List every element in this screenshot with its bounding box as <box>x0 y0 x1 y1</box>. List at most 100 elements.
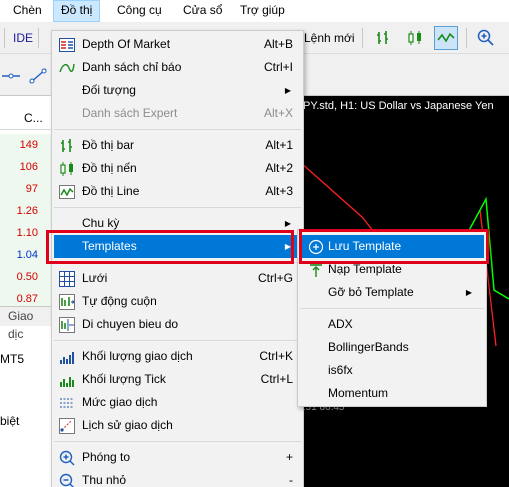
submenu-arrow-icon: ▶ <box>284 219 291 228</box>
menu-item-bar-chart[interactable]: Đồ thị bar Alt+1 <box>54 134 301 157</box>
menu-separator <box>54 207 301 208</box>
menubar: Chèn Đồ thị Công cụ Cửa sổ Trợ giúp <box>0 0 509 22</box>
chart-shift-icon <box>58 316 76 333</box>
submenu-item-save-template[interactable]: Lưu Template <box>300 235 484 258</box>
menu-tools[interactable]: Công cụ <box>110 0 169 22</box>
menu-item-label: Lưới <box>82 271 108 285</box>
zoom-out-icon <box>58 472 76 487</box>
shortcut-label: - <box>289 473 293 487</box>
menu-item-label: Lịch sử giao dịch <box>82 418 173 432</box>
tab-trade[interactable]: Giao dịc <box>0 306 52 341</box>
menu-item-label: Thu nhỏ <box>82 473 127 487</box>
menu-item-timeframes[interactable]: Chu kỳ ▶ <box>54 212 301 235</box>
menu-item-label: Đồ thị bar <box>82 138 135 152</box>
menu-item-candlestick[interactable]: Đồ thị nến Alt+2 <box>54 157 301 180</box>
real-volume-icon <box>58 348 76 365</box>
auto-scroll-icon <box>58 293 76 310</box>
toolbar-separator <box>362 28 363 48</box>
menu-window[interactable]: Cửa sổ <box>176 0 229 22</box>
menu-help[interactable]: Trợ giúp <box>233 0 292 22</box>
bar-chart-button[interactable] <box>371 26 395 50</box>
panel-text: biệt <box>0 414 20 428</box>
menu-item-tick-volume[interactable]: Khối lượng Tick Ctrl+L <box>54 368 301 391</box>
submenu-item-template-is6fx[interactable]: is6fx <box>300 359 484 382</box>
menu-charts[interactable]: Đồ thị <box>53 0 101 22</box>
menu-item-label: Phóng to <box>82 450 131 464</box>
line-chart-icon <box>437 32 455 43</box>
trendline-button[interactable] <box>26 64 50 88</box>
menu-item-label: Danh sách Expert <box>82 106 178 120</box>
price-cell: 1.26 <box>0 200 52 222</box>
menu-item-line-chart[interactable]: Đồ thị Line Alt+3 <box>54 180 301 203</box>
menu-item-real-volume[interactable]: Khối lượng giao dịch Ctrl+K <box>54 345 301 368</box>
shortcut-label: Ctrl+G <box>257 271 293 285</box>
menu-item-zoom-out[interactable]: Thu nhỏ - <box>54 469 301 487</box>
line-chart-button[interactable] <box>434 26 458 50</box>
horizontal-line-button[interactable] <box>0 64 24 88</box>
new-order-button[interactable]: Lệnh mới <box>304 31 355 45</box>
menu-item-chart-shift[interactable]: Di chuyen bieu do <box>54 313 301 336</box>
column-header[interactable]: C... <box>0 108 52 130</box>
zoom-in-icon <box>58 449 76 466</box>
menu-separator <box>54 262 301 263</box>
menu-item-label: Danh sách chỉ báo <box>82 60 182 74</box>
toolbar-separator <box>466 28 467 48</box>
submenu-arrow-icon: ▶ <box>465 288 472 297</box>
shortcut-label: Alt+3 <box>265 184 293 198</box>
menu-item-trade-history[interactable]: Lịch sử giao dịch <box>54 414 301 437</box>
submenu-item-label: BollingerBands <box>328 340 409 354</box>
shortcut-label: Alt+X <box>263 106 293 120</box>
trade-levels-icon <box>58 394 76 411</box>
menu-item-indicator-list[interactable]: Danh sách chỉ báo Ctrl+I <box>54 56 301 79</box>
menu-item-label: Khối lượng Tick <box>82 372 166 386</box>
zoom-in-button[interactable] <box>474 26 498 50</box>
submenu-item-template-momentum[interactable]: Momentum <box>300 382 484 405</box>
menu-item-label: Khối lượng giao dịch <box>82 349 193 363</box>
menu-item-templates[interactable]: Templates ▶ <box>54 235 301 258</box>
menu-item-depth-of-market[interactable]: Depth Of Market Alt+B <box>54 33 301 56</box>
line-chart-icon <box>58 183 76 200</box>
submenu-arrow-icon: ▶ <box>284 242 291 251</box>
menu-separator <box>54 340 301 341</box>
indicator-list-icon <box>58 59 76 76</box>
horizontal-line-icon <box>2 73 20 79</box>
menu-item-trade-levels[interactable]: Mức giao dịch <box>54 391 301 414</box>
menu-item-grid[interactable]: Lưới Ctrl+G <box>54 267 301 290</box>
candlestick-button[interactable] <box>403 26 427 50</box>
menu-item-label: Tự động cuộn <box>82 294 157 308</box>
price-cell: 0.50 <box>0 266 52 288</box>
menu-separator <box>300 308 484 309</box>
tick-volume-icon <box>58 371 76 388</box>
submenu-item-template-bollinger[interactable]: BollingerBands <box>300 336 484 359</box>
templates-submenu: Lưu Template Nạp Template Gỡ bỏ Template… <box>297 229 487 407</box>
menu-item-label: Mức giao dịch <box>82 395 158 409</box>
shortcut-label: Ctrl+I <box>263 60 293 74</box>
menu-item-auto-scroll[interactable]: Tự động cuộn <box>54 290 301 313</box>
menu-insert[interactable]: Chèn <box>6 0 49 22</box>
price-cell: 149 <box>0 134 52 156</box>
submenu-item-label: Nạp Template <box>328 262 402 276</box>
charts-menu-dropdown: Depth Of Market Alt+B Danh sách chỉ báo … <box>51 30 304 487</box>
submenu-item-template-adx[interactable]: ADX <box>300 313 484 336</box>
market-watch-panel: C... 149 106 97 1.26 1.10 1.04 0.50 0.87… <box>0 96 52 487</box>
candlestick-icon <box>58 160 76 177</box>
submenu-item-label: Gỡ bỏ Template <box>328 285 414 299</box>
submenu-item-remove-template[interactable]: Gỡ bỏ Template ▶ <box>300 281 484 304</box>
menu-item-label: Depth Of Market <box>82 37 171 51</box>
toolbar-separator <box>38 28 39 48</box>
menu-item-objects[interactable]: Đối tượng ▶ <box>54 79 301 102</box>
submenu-item-load-template[interactable]: Nạp Template <box>300 258 484 281</box>
price-cell: 106 <box>0 156 52 178</box>
menu-item-expert-list[interactable]: Danh sách Expert Alt+X <box>54 102 301 125</box>
account-label: MT5 <box>0 352 24 366</box>
chart-title: PY.std, H1: US Dollar vs Japanese Yen <box>303 100 494 112</box>
shortcut-label: Alt+1 <box>265 138 293 152</box>
price-cell: 1.10 <box>0 222 52 244</box>
shortcut-label: Ctrl+K <box>259 349 293 363</box>
menu-item-zoom-in[interactable]: Phóng to + <box>54 446 301 469</box>
shortcut-label: Ctrl+L <box>260 372 293 386</box>
shortcut-label: Alt+B <box>263 37 293 51</box>
menu-item-label: Đối tượng <box>82 83 136 97</box>
submenu-item-label: is6fx <box>328 363 353 377</box>
ide-button[interactable]: IDE <box>13 31 33 45</box>
